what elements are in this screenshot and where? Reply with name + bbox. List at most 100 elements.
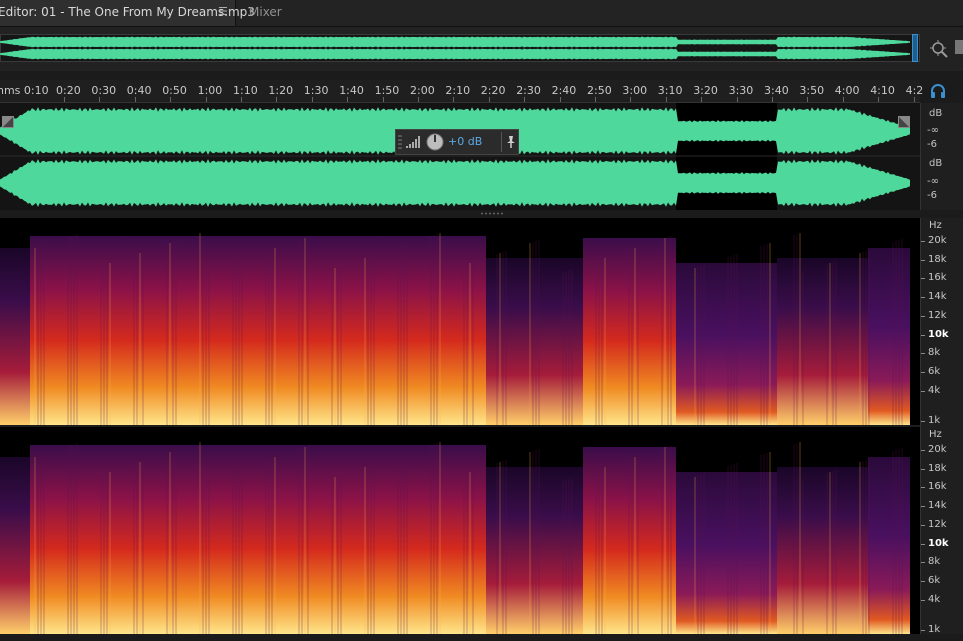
tab-editor-label: Editor: 01 - The One From My Dreams.mp3 (0, 5, 255, 19)
ruler-tick (913, 97, 915, 102)
ruler-tick (701, 97, 703, 102)
hz-tick (921, 599, 925, 601)
ruler-tick (488, 97, 490, 102)
ruler-tick (559, 97, 561, 102)
hz-tick (921, 297, 925, 299)
fade-out-handle-icon[interactable] (898, 116, 910, 128)
hz-label: 8k (928, 347, 941, 359)
ruler-label: 3:40 (764, 84, 789, 97)
hz-label: 6k (928, 365, 941, 377)
volume-knob-icon[interactable] (426, 133, 444, 151)
db-label-ch1-inf: -∞ (927, 125, 939, 136)
hz-tick (921, 278, 925, 280)
hz-tick (921, 315, 925, 317)
hz-tick (921, 543, 925, 545)
hz-tick (921, 562, 925, 564)
ruler-tick (630, 97, 632, 102)
splitter-grip-icon[interactable] (480, 212, 504, 215)
hz-label: 20k (928, 235, 947, 246)
hz-label: 10k (928, 537, 949, 549)
hz-label: 12k (928, 309, 947, 321)
hz-tick (921, 259, 925, 261)
volume-hud[interactable]: +0 dB (395, 129, 519, 155)
hz-label: 4k (928, 593, 941, 605)
ruler-tick (736, 97, 738, 102)
zoom-selection-icon[interactable] (928, 38, 950, 60)
ruler-label: 1:40 (339, 84, 364, 97)
ruler-label: 0:30 (91, 84, 117, 97)
hz-tick (921, 334, 925, 336)
time-ruler[interactable]: hms 0:10 0:20 0:30 0:40 0:50 1:00 1:10 1:20 1:3… (0, 80, 923, 103)
ruler-label: 4:00 (834, 84, 860, 97)
fade-in-handle-icon[interactable] (2, 116, 14, 128)
ruler-tick (205, 97, 207, 102)
pin-icon[interactable] (505, 135, 517, 149)
spectral-band-ch1 (868, 248, 910, 425)
ruler-label: 2:50 (587, 84, 612, 97)
hz-unit-ch2: Hz (929, 429, 942, 440)
hz-tick (921, 630, 925, 632)
ruler-tick (382, 97, 384, 102)
spectral-band-ch1 (777, 258, 868, 425)
hz-tick (921, 421, 925, 423)
hz-label: 4k (928, 384, 941, 396)
ruler-label: 3:00 (622, 84, 648, 97)
ruler-tick (595, 97, 596, 102)
ruler-label: 0:50 (162, 84, 187, 97)
ruler-label: 2:00 (410, 84, 435, 97)
tab-editor[interactable]: Editor: 01 - The One From My Dreams.mp3 … (0, 0, 255, 26)
hud-divider (501, 132, 502, 152)
ruler-tick (453, 97, 455, 102)
ruler-tick (842, 97, 844, 102)
spectral-band-ch2 (0, 457, 30, 634)
ruler-tick (311, 97, 313, 102)
hz-tick (921, 390, 925, 392)
ruler-label: 3:30 (728, 84, 754, 97)
hz-label: 12k (928, 518, 947, 530)
amplitude-ruler: dB -∞ -6 dB -∞ -6 (920, 103, 963, 210)
waveform-view[interactable] (0, 103, 920, 210)
frequency-ruler: Hz 20k 18k 16k 14k 12k 10k 8k 6k 4k 1k Hz 20k 18k 16k 1… (920, 218, 963, 635)
hz-tick (921, 450, 925, 451)
hz-unit-ch1: Hz (929, 220, 942, 231)
panel-menu-icon[interactable]: ☰ (218, 5, 228, 18)
hz-tick (921, 353, 925, 355)
hz-label: 14k (928, 291, 947, 303)
overview-waveform[interactable] (0, 34, 920, 62)
ruler-label: 3:20 (693, 84, 718, 97)
ruler-label: 2:10 (445, 84, 471, 97)
ruler-tick (134, 97, 136, 102)
hz-tick (921, 468, 925, 470)
ruler-label: 2:40 (551, 84, 577, 97)
hz-label: 16k (928, 272, 947, 284)
hud-grip-icon[interactable] (398, 134, 402, 150)
db-unit-ch1: dB (929, 108, 943, 119)
hz-label: 1k (928, 415, 941, 427)
ruler-label: 4:2 (905, 84, 924, 97)
hz-tick (921, 580, 925, 582)
ruler-tick (418, 97, 419, 102)
ruler-label: 0:40 (126, 84, 152, 97)
ruler-tick (878, 97, 880, 102)
ruler-tick (347, 97, 349, 102)
ruler-label: 1:30 (303, 84, 329, 97)
spectral-band-ch2 (777, 467, 868, 634)
ruler-label: 3:50 (799, 84, 825, 97)
ruler-tick (170, 97, 172, 102)
tab-mixer[interactable]: Mixer (236, 0, 300, 26)
bottom-strip (0, 634, 963, 641)
volume-gain-value[interactable]: +0 dB (448, 135, 482, 148)
channel-divider (0, 425, 920, 427)
hz-tick (921, 524, 925, 526)
hz-label: 8k (928, 556, 941, 568)
spectral-band-ch2 (30, 445, 486, 634)
ruler-label: 3:10 (657, 84, 683, 97)
overview-scroll-handle[interactable] (912, 34, 918, 62)
headphones-icon[interactable] (930, 84, 946, 98)
db-unit-ch2: dB (929, 158, 943, 169)
db-label-ch2-6: -6 (927, 190, 937, 201)
view-splitter[interactable] (0, 210, 920, 218)
spectral-band-ch1 (30, 236, 486, 425)
panel-edge-icon[interactable] (955, 40, 963, 54)
hz-label: 14k (928, 500, 947, 512)
